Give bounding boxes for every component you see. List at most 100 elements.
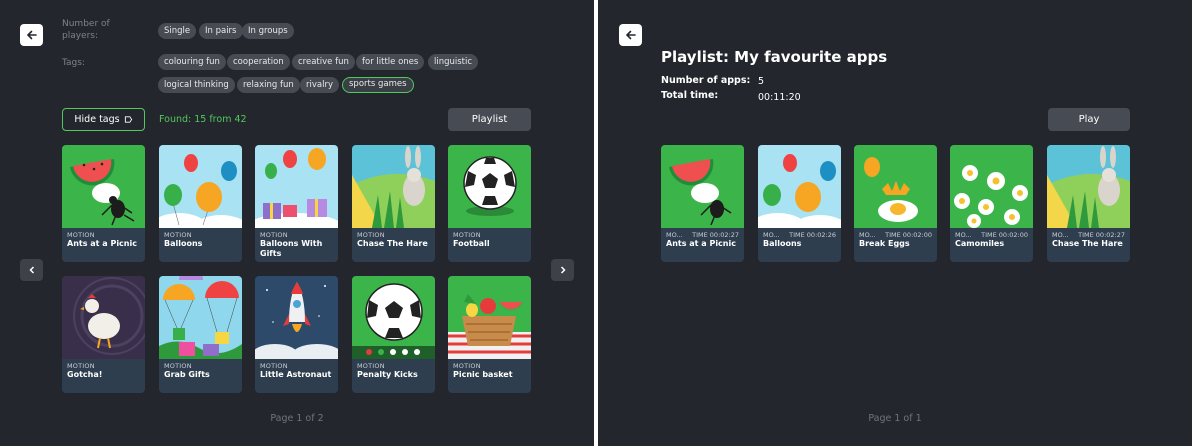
app-card[interactable]: MOTION Gotcha! (62, 276, 145, 393)
next-page-button[interactable] (551, 259, 574, 281)
card-title: Balloons (164, 239, 203, 248)
card-title: Penalty Kicks (357, 370, 418, 379)
card-category: MO... (955, 231, 972, 239)
card-time: TIME 00:02:00 (981, 231, 1028, 239)
hare-icon (352, 145, 435, 228)
card-category: MOTION (67, 231, 95, 239)
page-indicator: Page 1 of 2 (270, 413, 324, 424)
card-title: Break Eggs (859, 239, 910, 248)
card-title: Chase The Hare (357, 239, 428, 248)
app-card[interactable]: MOTION Chase The Hare (352, 145, 435, 262)
picnic-basket-icon (448, 276, 531, 359)
card-category: MOTION (164, 231, 192, 239)
camomiles-icon (950, 145, 1033, 228)
app-card[interactable]: MOTION Balloons With Gifts (255, 145, 338, 262)
card-title: Little Astronaut (260, 370, 332, 379)
hide-tags-button[interactable]: Hide tags (62, 108, 145, 131)
card-category: MOTION (164, 362, 192, 370)
play-button[interactable]: Play (1048, 108, 1130, 131)
app-card[interactable]: MOTION Penalty Kicks (352, 276, 435, 393)
back-button[interactable] (20, 24, 43, 46)
card-title: Picnic basket (453, 370, 513, 379)
app-card[interactable]: MOTION Balloons (159, 145, 242, 262)
tag-chip-logical-thinking[interactable]: logical thinking (158, 77, 235, 93)
card-category: MOTION (453, 362, 481, 370)
app-card[interactable]: MOTION Little Astronaut (255, 276, 338, 393)
page-indicator: Page 1 of 1 (868, 413, 922, 424)
tag-chip-rivalry[interactable]: rivalry (300, 77, 339, 93)
playlist-app-card[interactable]: MO... TIME 00:02:27 Ants at a Picnic (661, 145, 744, 262)
catalog-panel: Number of players: Tags: Single In pairs… (0, 0, 594, 446)
parachute-gifts-icon (159, 276, 242, 359)
card-title: Balloons (763, 239, 802, 248)
playlist-title: Playlist: My favourite apps (661, 48, 888, 66)
card-category: MOTION (357, 362, 385, 370)
playlist-app-card[interactable]: MO... TIME 00:02:00 Break Eggs (854, 145, 937, 262)
app-card[interactable]: MOTION Ants at a Picnic (62, 145, 145, 262)
balloons-gifts-icon (255, 145, 338, 228)
tags-label: Tags: (62, 58, 85, 68)
hide-tags-label: Hide tags (74, 114, 120, 125)
tag-chip-colouring-fun[interactable]: colouring fun (158, 54, 226, 70)
tag-chip-linguistic[interactable]: linguistic (428, 54, 479, 70)
tag-chip-cooperation[interactable]: cooperation (227, 54, 290, 70)
football-icon (448, 145, 531, 228)
card-time: TIME 00:02:26 (789, 231, 836, 239)
filter-chip-in-pairs[interactable]: In pairs (199, 23, 243, 39)
found-count: Found: 15 from 42 (159, 114, 247, 125)
tag-chip-creative-fun[interactable]: creative fun (292, 54, 355, 70)
players-label: Number of players: (62, 19, 110, 41)
apps-count-value: 5 (758, 76, 765, 87)
card-time: TIME 00:02:00 (885, 231, 932, 239)
card-category: MOTION (260, 231, 288, 239)
card-category: MO... (763, 231, 780, 239)
card-time: TIME 00:02:27 (692, 231, 739, 239)
penalty-ball-icon (352, 276, 435, 359)
card-category: MOTION (260, 362, 288, 370)
watermelon-ant-icon (62, 145, 145, 228)
card-category: MO... (1052, 231, 1069, 239)
card-category: MOTION (453, 231, 481, 239)
card-category: MOTION (357, 231, 385, 239)
chevron-left-icon (28, 266, 34, 274)
back-button[interactable] (619, 24, 642, 46)
playlist-panel: Playlist: My favourite apps Number of ap… (598, 0, 1192, 446)
card-category: MOTION (67, 362, 95, 370)
card-time: TIME 00:02:27 (1078, 231, 1125, 239)
card-category: MO... (666, 231, 683, 239)
playlist-button[interactable]: Playlist (448, 108, 531, 131)
app-card[interactable]: MOTION Football (448, 145, 531, 262)
chicken-icon (62, 276, 145, 359)
arrow-left-icon (26, 30, 37, 40)
watermelon-ant-icon (661, 145, 744, 228)
card-title: Football (453, 239, 490, 248)
card-category: MO... (859, 231, 876, 239)
app-card[interactable]: MOTION Picnic basket (448, 276, 531, 393)
total-time-label: Total time: (661, 90, 719, 101)
total-time-value: 00:11:20 (758, 92, 801, 103)
prev-page-button[interactable] (20, 259, 43, 281)
filter-chip-single[interactable]: Single (158, 23, 197, 39)
arrow-left-icon (625, 30, 636, 40)
hare-icon (1047, 145, 1130, 228)
filter-chip-in-groups[interactable]: In groups (242, 23, 294, 39)
app-card[interactable]: MOTION Grab Gifts (159, 276, 242, 393)
card-title: Gotcha! (67, 370, 103, 379)
tag-chip-sports-games[interactable]: sports games (342, 77, 414, 93)
tag-chip-relaxing-fun[interactable]: relaxing fun (237, 77, 300, 93)
balloons-icon (159, 145, 242, 228)
card-title: Chase The Hare (1052, 239, 1123, 248)
card-title: Ants at a Picnic (67, 239, 137, 248)
eggs-icon (854, 145, 937, 228)
card-title: Balloons With Gifts (260, 239, 323, 258)
playlist-app-card[interactable]: MO... TIME 00:02:27 Chase The Hare (1047, 145, 1130, 262)
playlist-app-card[interactable]: MO... TIME 00:02:00 Camomiles (950, 145, 1033, 262)
card-title: Ants at a Picnic (666, 239, 736, 248)
balloons-icon (758, 145, 841, 228)
chevron-right-icon (560, 266, 566, 274)
tag-chip-for-little-ones[interactable]: for little ones (356, 54, 425, 70)
rocket-icon (255, 276, 338, 359)
apps-count-label: Number of apps: (661, 75, 751, 86)
card-title: Grab Gifts (164, 370, 210, 379)
playlist-app-card[interactable]: MO... TIME 00:02:26 Balloons (758, 145, 841, 262)
